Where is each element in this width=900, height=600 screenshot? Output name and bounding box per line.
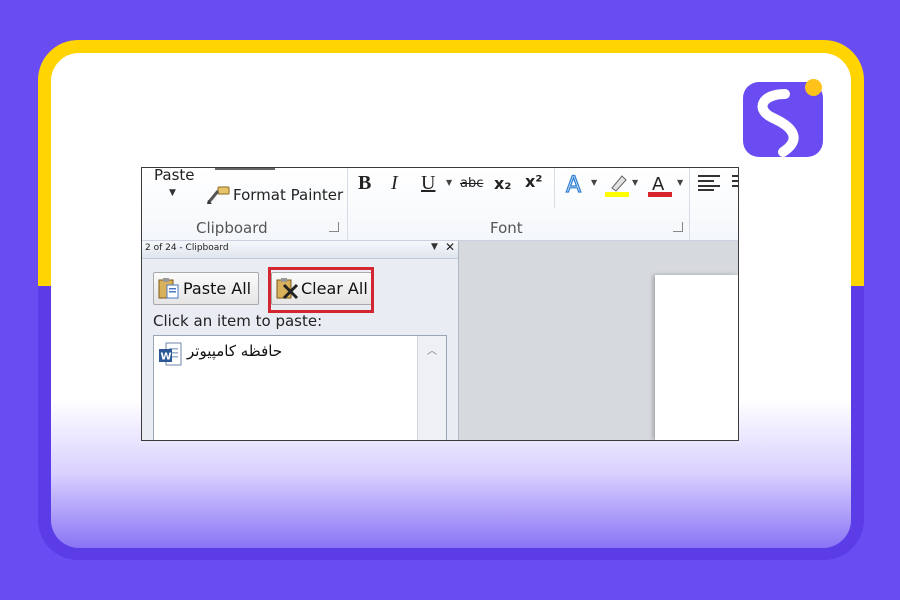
paste-button-label[interactable]: Paste — [154, 168, 195, 184]
group-divider — [347, 168, 348, 240]
paste-dropdown-arrow[interactable]: ▼ — [169, 188, 176, 198]
pane-header: 2 of 24 - Clipboard ▼ ✕ — [142, 240, 458, 259]
svg-text:A: A — [652, 174, 665, 195]
paste-all-button[interactable]: Paste All — [153, 272, 259, 305]
logo-dot-icon — [805, 79, 822, 96]
document-area — [459, 241, 738, 440]
svg-text:A: A — [566, 173, 581, 196]
word-screenshot: Paste ▼ Format Painter Clipboard B I U ▼… — [141, 167, 739, 441]
font-group-label: Font — [490, 219, 523, 237]
subscript-button[interactable]: x₂ — [494, 174, 511, 193]
italic-button[interactable]: I — [391, 172, 398, 195]
pane-menu-icon[interactable]: ▼ — [431, 242, 438, 252]
format-painter-button[interactable]: Format Painter — [233, 186, 343, 204]
paste-all-icon — [158, 278, 179, 299]
highlight-box — [268, 267, 374, 313]
align-center-icon[interactable] — [730, 175, 738, 191]
font-dialog-launcher-icon[interactable] — [673, 222, 683, 232]
clipboard-dialog-launcher-icon[interactable] — [329, 222, 339, 232]
clipboard-item-list[interactable]: W حافظه کامپیوتر ︿ — [153, 335, 447, 440]
highlight-dropdown-arrow[interactable]: ▼ — [632, 178, 638, 187]
font-color-dropdown-arrow[interactable]: ▼ — [677, 178, 683, 187]
ribbon: Paste ▼ Format Painter Clipboard B I U ▼… — [142, 168, 738, 241]
pane-title: 2 of 24 - Clipboard — [145, 243, 229, 253]
word-doc-icon: W — [159, 342, 182, 366]
highlight-color-icon[interactable] — [604, 172, 630, 198]
font-divider — [554, 168, 555, 208]
paste-all-label: Paste All — [183, 279, 252, 298]
pane-hint: Click an item to paste: — [153, 312, 323, 330]
close-icon[interactable]: ✕ — [445, 240, 455, 254]
svg-text:W: W — [161, 352, 172, 363]
text-effects-dropdown-arrow[interactable]: ▼ — [591, 178, 597, 187]
bold-button[interactable]: B — [358, 172, 371, 195]
font-color-icon[interactable]: A — [647, 172, 673, 198]
superscript-button[interactable]: x² — [525, 172, 542, 191]
scroll-up-icon[interactable]: ︿ — [427, 342, 437, 357]
format-painter-icon[interactable] — [206, 185, 232, 205]
list-item-text: حافظه کامپیوتر — [187, 342, 283, 360]
scrollbar[interactable]: ︿ — [417, 336, 446, 440]
document-page[interactable] — [655, 275, 738, 440]
underline-dropdown-arrow[interactable]: ▼ — [446, 178, 452, 187]
align-left-icon[interactable] — [698, 175, 722, 191]
clipboard-group-label: Clipboard — [196, 219, 268, 237]
underline-button[interactable]: U — [421, 172, 435, 195]
text-effects-icon[interactable]: A — [564, 172, 588, 196]
strikethrough-button[interactable]: abc — [460, 176, 483, 191]
clipboard-pane: 2 of 24 - Clipboard ▼ ✕ Paste All Clear … — [142, 240, 459, 440]
copy-button-partial[interactable] — [215, 168, 275, 170]
paragraph-divider — [689, 168, 690, 240]
